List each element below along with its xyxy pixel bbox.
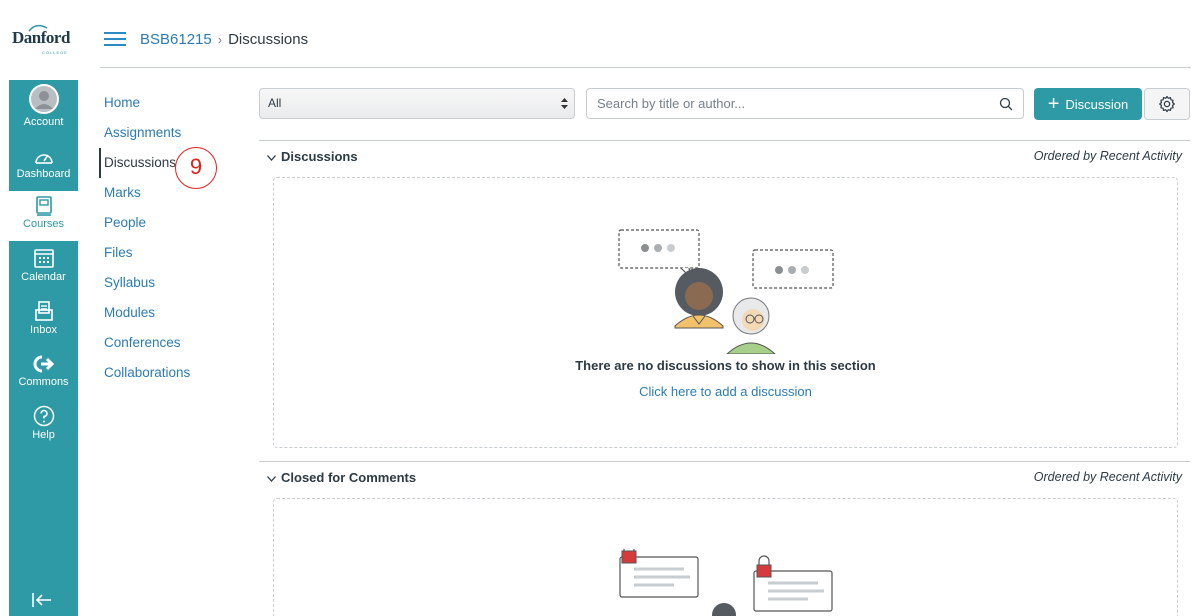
global-nav-label: Commons (18, 376, 69, 388)
dashboard-icon (34, 154, 53, 164)
add-discussion-button[interactable]: + Discussion (1034, 88, 1142, 120)
course-nav-conferences[interactable]: Conferences (99, 328, 249, 358)
chevron-down-icon (267, 473, 276, 485)
course-nav-people[interactable]: People (99, 208, 249, 238)
courses-icon (35, 196, 52, 216)
closed-section-toggle[interactable]: Closed for Comments (267, 470, 416, 485)
course-nav-syllabus[interactable]: Syllabus (99, 268, 249, 298)
college-logo[interactable]: Danford COLLEGE (12, 24, 76, 58)
course-nav-marks[interactable]: Marks (99, 178, 249, 208)
search-input[interactable] (587, 89, 987, 118)
section-title: Discussions (281, 149, 358, 164)
discussion-settings-button[interactable] (1144, 88, 1190, 120)
breadcrumb-course-link[interactable]: BSB61215 (140, 31, 212, 48)
inbox-icon (34, 301, 53, 321)
global-nav-inbox[interactable]: Inbox (9, 300, 78, 336)
course-nav-home[interactable]: Home (99, 88, 249, 118)
discussions-empty-area: There are no discussions to show in this… (273, 177, 1178, 448)
page-header: BSB61215 › Discussions (100, 24, 308, 54)
discussion-filter-select[interactable]: All (259, 88, 575, 119)
avatar-icon (28, 84, 59, 114)
global-nav-label: Help (32, 429, 55, 441)
app-root: Danford COLLEGE Account Dashboard Course… (0, 0, 1203, 616)
discussions-section: Discussions Ordered by Recent Activity T… (259, 140, 1190, 462)
help-icon (33, 405, 54, 427)
add-discussion-link[interactable]: Click here to add a discussion (274, 384, 1177, 399)
global-nav-help[interactable]: Help (9, 405, 78, 441)
course-nav: Home Assignments Discussions Marks Peopl… (99, 88, 249, 388)
global-nav-calendar[interactable]: Calendar (9, 247, 78, 283)
global-nav-label: Calendar (21, 271, 66, 283)
locked-discussion-illustration (619, 549, 833, 616)
course-nav-assignments[interactable]: Assignments (99, 118, 249, 148)
search-icon[interactable] (999, 97, 1013, 111)
course-nav-collaborations[interactable]: Collaborations (99, 358, 249, 388)
collapse-nav-icon[interactable] (31, 592, 53, 608)
section-order-label: Ordered by Recent Activity (1033, 470, 1182, 484)
add-discussion-label: Discussion (1065, 96, 1129, 112)
global-nav-dashboard[interactable]: Dashboard (9, 148, 78, 180)
filter-selected-value: All (268, 96, 282, 110)
global-nav-label: Courses (23, 218, 64, 230)
course-nav-modules[interactable]: Modules (99, 298, 249, 328)
global-nav-account[interactable]: Account (9, 84, 78, 128)
course-nav-files[interactable]: Files (99, 238, 249, 268)
discussions-section-toggle[interactable]: Discussions (267, 149, 358, 164)
closed-empty-area (273, 498, 1178, 616)
global-nav-label: Inbox (30, 324, 57, 336)
calendar-icon (33, 249, 54, 268)
chevron-down-icon (267, 152, 276, 164)
annotation-step-marker: 9 (175, 147, 217, 189)
logo-swoosh-icon (28, 24, 48, 32)
section-order-label: Ordered by Recent Activity (1033, 149, 1182, 163)
commons-icon (33, 355, 54, 373)
header-divider (100, 67, 1191, 68)
logo-subtext: COLLEGE (42, 50, 68, 55)
gear-icon (1159, 95, 1175, 113)
closed-for-comments-section: Closed for Comments Ordered by Recent Ac… (259, 461, 1190, 616)
select-arrows-icon (561, 89, 568, 118)
discussion-search (586, 88, 1024, 119)
breadcrumb: BSB61215 › Discussions (140, 31, 308, 48)
plus-icon: + (1047, 93, 1060, 115)
empty-state-message: There are no discussions to show in this… (575, 358, 876, 373)
global-nav-label: Dashboard (16, 168, 71, 180)
people-chatting-illustration (618, 229, 834, 354)
global-nav-commons[interactable]: Commons (9, 354, 78, 388)
breadcrumb-current: Discussions (228, 30, 309, 48)
global-nav: Account Dashboard Courses Calendar Inbox… (9, 80, 78, 616)
global-nav-courses[interactable]: Courses (9, 191, 78, 241)
breadcrumb-separator: › (217, 31, 223, 47)
section-title: Closed for Comments (281, 470, 417, 485)
global-nav-label: Account (23, 116, 64, 128)
hamburger-menu-icon[interactable] (104, 32, 126, 46)
course-nav-discussions[interactable]: Discussions (99, 148, 249, 178)
